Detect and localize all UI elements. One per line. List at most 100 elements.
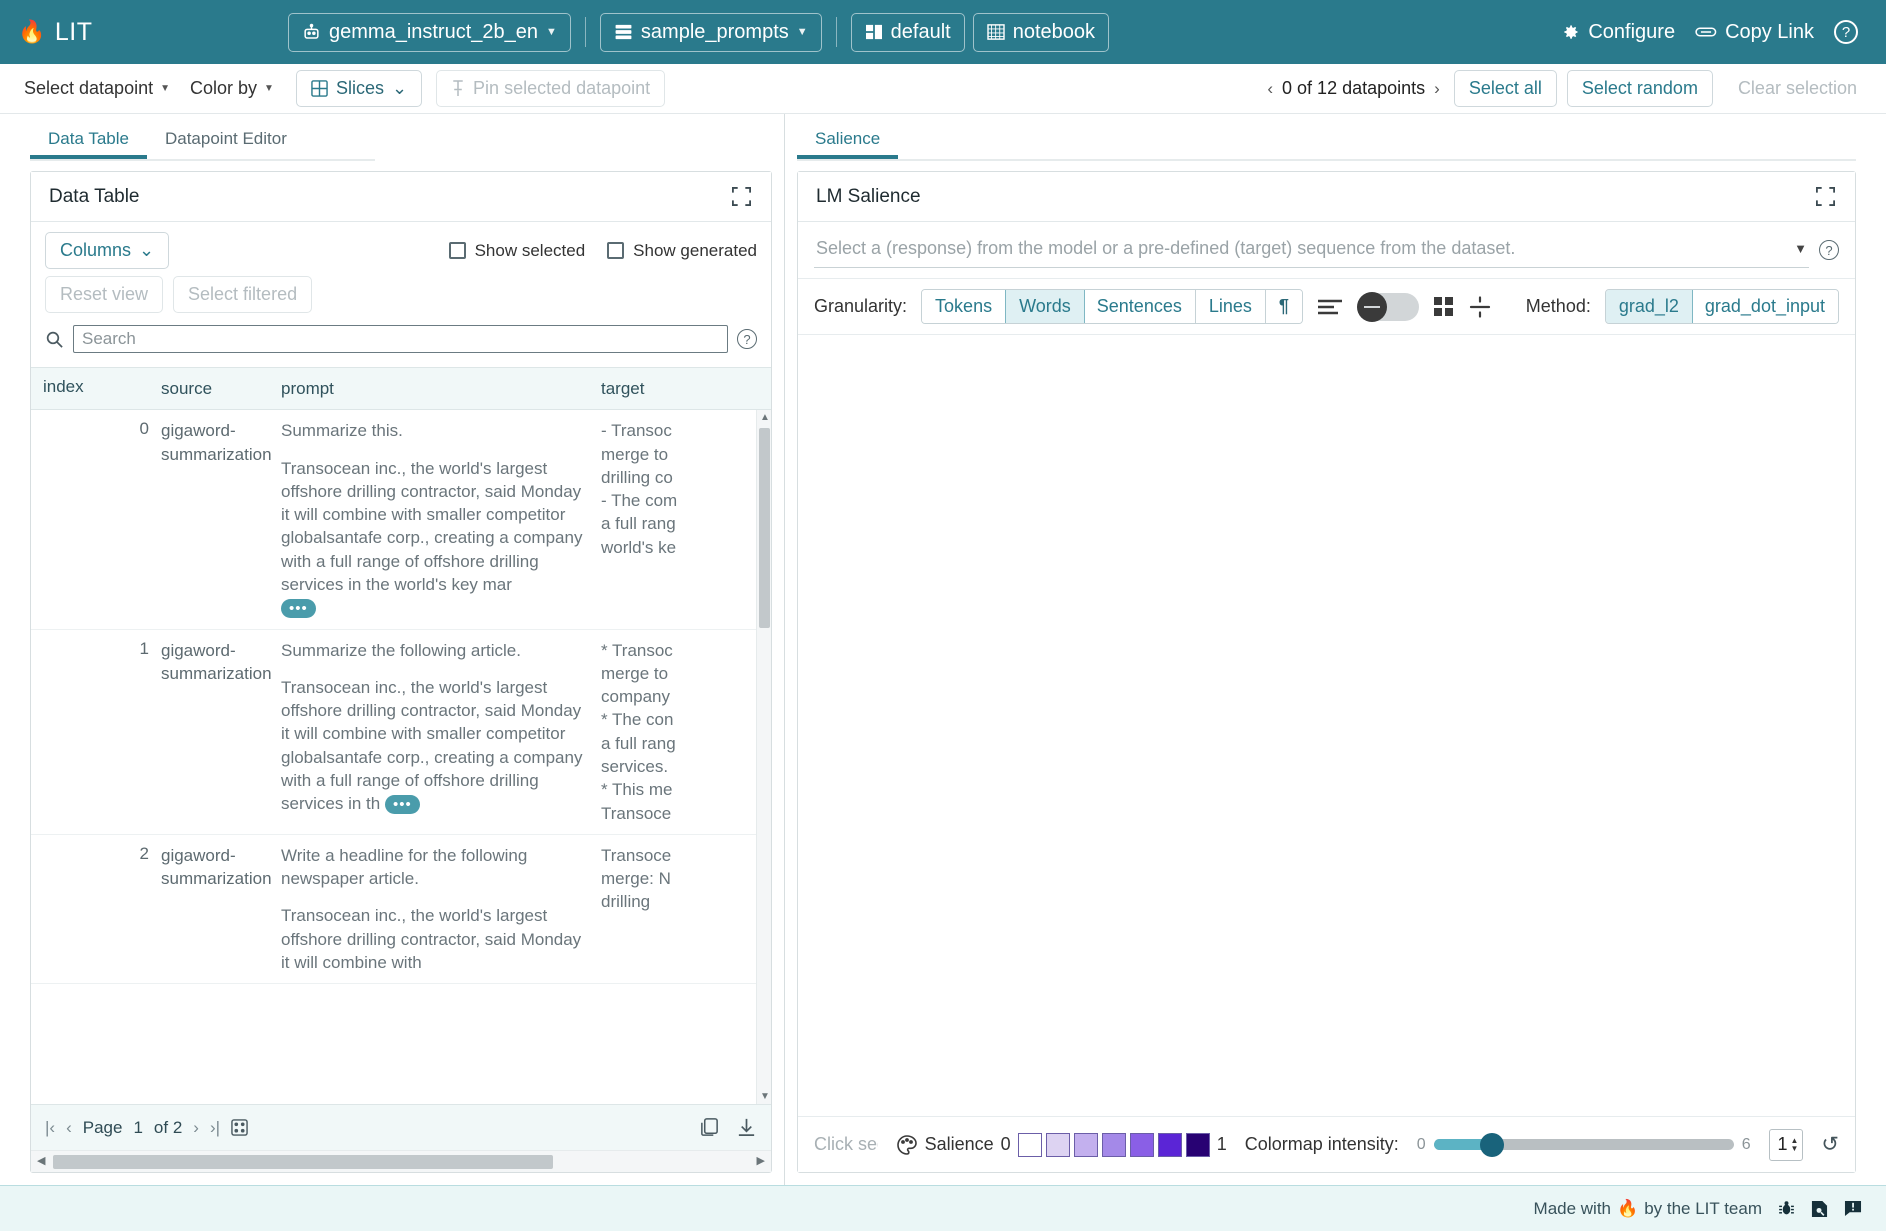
layout-notebook-button[interactable]: notebook: [973, 13, 1109, 52]
colormap-intensity-slider[interactable]: 0 6: [1417, 1136, 1751, 1154]
tab-data-table[interactable]: Data Table: [30, 129, 147, 159]
scroll-up-icon[interactable]: ▲: [760, 412, 770, 423]
scrollbar-thumb[interactable]: [759, 428, 770, 628]
slices-button[interactable]: Slices ⌄: [296, 70, 422, 107]
table-vertical-scrollbar[interactable]: ▲ ▼: [756, 410, 771, 1104]
granularity-option-paragraph[interactable]: ¶: [1266, 290, 1302, 323]
chevron-down-icon: ⌄: [392, 78, 407, 99]
cell-prompt: Summarize the following article. Transoc…: [281, 639, 601, 825]
expand-text-chip[interactable]: •••: [385, 795, 420, 814]
normalize-icon[interactable]: [1469, 296, 1491, 318]
tab-datapoint-editor[interactable]: Datapoint Editor: [147, 129, 305, 159]
table-horizontal-scrollbar[interactable]: ◀ ▶: [31, 1150, 771, 1172]
sequence-help-icon[interactable]: ?: [1819, 240, 1839, 260]
search-row: ?: [45, 325, 757, 353]
granularity-option-lines[interactable]: Lines: [1196, 290, 1266, 323]
layout-default-button[interactable]: default: [851, 13, 965, 52]
tab-salience[interactable]: Salience: [797, 129, 898, 159]
copy-link-label: Copy Link: [1725, 21, 1814, 44]
main-toolbar: Select datapoint ▼ Color by ▼ Slices ⌄ P…: [0, 64, 1886, 114]
left-panel: Data Table Datapoint Editor Data Table: [0, 114, 785, 1185]
legend-max: 1: [1217, 1134, 1227, 1155]
clear-selection-label: Clear selection: [1738, 78, 1857, 99]
select-random-button[interactable]: Select random: [1567, 70, 1713, 107]
grid-view-icon[interactable]: [1433, 296, 1455, 318]
columns-button[interactable]: Columns ⌄: [45, 232, 169, 269]
copy-link-button[interactable]: Copy Link: [1685, 15, 1824, 50]
intensity-number-input[interactable]: 1 ▲▼: [1769, 1129, 1804, 1161]
search-help-icon[interactable]: ?: [737, 329, 757, 349]
target-line: * This me: [601, 778, 771, 801]
search-input[interactable]: [73, 325, 728, 353]
legend-swatches: [1018, 1133, 1210, 1157]
tabstrip-underline: [797, 159, 1856, 161]
select-filtered-button[interactable]: Select filtered: [173, 276, 312, 313]
column-header-target[interactable]: target: [601, 377, 771, 400]
column-header-index[interactable]: index: [31, 377, 161, 400]
feedback-icon[interactable]: [1844, 1200, 1862, 1217]
granularity-option-sentences[interactable]: Sentences: [1084, 290, 1196, 323]
click-segment-hint: Click segm…: [814, 1134, 878, 1155]
docs-icon[interactable]: [1811, 1200, 1828, 1218]
align-lines-icon[interactable]: [1317, 298, 1343, 316]
table-row[interactable]: 2 gigaword-summarization Write a headlin…: [31, 835, 771, 984]
reset-view-button[interactable]: Reset view: [45, 276, 163, 313]
expand-text-chip[interactable]: •••: [281, 599, 316, 618]
bug-icon[interactable]: [1778, 1200, 1795, 1217]
slider-track[interactable]: [1434, 1139, 1734, 1150]
made-with-suffix: by the LIT team: [1644, 1199, 1762, 1219]
next-page-icon[interactable]: ›: [193, 1118, 199, 1138]
column-header-source[interactable]: source: [161, 377, 281, 400]
scroll-right-icon[interactable]: ▶: [757, 1154, 765, 1167]
method-option-grad-dot-input[interactable]: grad_dot_input: [1692, 290, 1838, 323]
table-row[interactable]: 0 gigaword-summarization Summarize this.…: [31, 410, 771, 629]
target-line: drilling co: [601, 466, 771, 489]
layout-icon: [865, 24, 883, 40]
divider: [585, 17, 586, 47]
link-icon: [1695, 25, 1717, 39]
sequence-select[interactable]: Select a (response) from the model or a …: [814, 232, 1809, 268]
column-header-prompt[interactable]: prompt: [281, 377, 601, 400]
target-line: Transoce: [601, 844, 771, 867]
model-selector[interactable]: gemma_instruct_2b_en ▼: [288, 13, 571, 52]
slider-knob[interactable]: [1480, 1133, 1504, 1157]
lm-salience-title: LM Salience: [816, 186, 921, 208]
prev-page-icon[interactable]: ‹: [66, 1118, 72, 1138]
expand-icon[interactable]: [1815, 186, 1837, 208]
scroll-left-icon[interactable]: ◀: [37, 1154, 45, 1167]
table-row[interactable]: 1 gigaword-summarization Summarize the f…: [31, 630, 771, 835]
color-by-label: Color by: [190, 78, 257, 99]
slider-max-label: 6: [1742, 1136, 1751, 1154]
download-icon[interactable]: [736, 1117, 757, 1138]
scrollbar-thumb[interactable]: [53, 1155, 553, 1169]
show-generated-checkbox[interactable]: Show generated: [607, 241, 757, 261]
next-datapoint-icon[interactable]: ›: [1434, 79, 1440, 99]
random-page-icon[interactable]: [231, 1119, 248, 1136]
configure-button[interactable]: Configure: [1550, 15, 1685, 50]
pin-datapoint-button[interactable]: Pin selected datapoint: [436, 70, 665, 107]
tab-datapoint-editor-label: Datapoint Editor: [165, 129, 287, 148]
dataset-name: sample_prompts: [641, 21, 789, 44]
copy-icon[interactable]: [699, 1117, 720, 1138]
last-page-icon[interactable]: ›|: [210, 1118, 220, 1138]
stepper-icon[interactable]: ▲▼: [1790, 1137, 1798, 1153]
cell-target: - Transoc merge to drilling co - The com…: [601, 419, 771, 619]
display-mode-toggle[interactable]: [1357, 293, 1419, 321]
help-button[interactable]: ?: [1824, 14, 1868, 50]
granularity-option-tokens[interactable]: Tokens: [922, 290, 1006, 323]
select-datapoint-dropdown[interactable]: Select datapoint ▼: [14, 74, 180, 103]
clear-selection-button[interactable]: Clear selection: [1723, 70, 1872, 107]
expand-icon[interactable]: [731, 186, 753, 208]
divider: [836, 17, 837, 47]
dataset-selector[interactable]: sample_prompts ▼: [600, 13, 822, 52]
prev-datapoint-icon[interactable]: ‹: [1267, 79, 1273, 99]
show-selected-checkbox[interactable]: Show selected: [449, 241, 586, 261]
datapoint-navigator: ‹ 0 of 12 datapoints ›: [1267, 78, 1439, 99]
method-option-grad-l2[interactable]: grad_l2: [1605, 289, 1693, 324]
reset-icon[interactable]: ↺: [1821, 1132, 1839, 1157]
color-by-dropdown[interactable]: Color by ▼: [180, 74, 284, 103]
first-page-icon[interactable]: |‹: [45, 1118, 55, 1138]
granularity-option-words[interactable]: Words: [1005, 289, 1085, 324]
scroll-down-icon[interactable]: ▼: [760, 1091, 770, 1102]
select-all-button[interactable]: Select all: [1454, 70, 1557, 107]
